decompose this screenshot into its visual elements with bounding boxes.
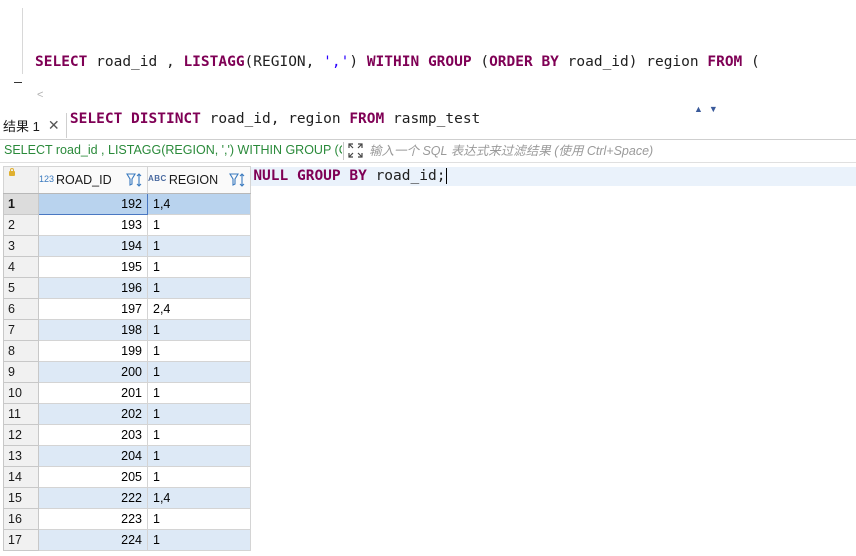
- cell-road-id[interactable]: 205: [38, 466, 148, 488]
- expand-icon[interactable]: [348, 143, 363, 158]
- table-row[interactable]: 12 203 1: [3, 424, 251, 446]
- cell-road-id[interactable]: 195: [38, 256, 148, 278]
- cell-road-id[interactable]: 203: [38, 424, 148, 446]
- row-number[interactable]: 16: [3, 508, 39, 530]
- filter-sort-icon[interactable]: [229, 172, 247, 188]
- scroll-left-icon[interactable]: <: [37, 89, 43, 101]
- table-row[interactable]: 8 199 1: [3, 340, 251, 362]
- cell-road-id[interactable]: 193: [38, 214, 148, 236]
- cell-region[interactable]: 1: [147, 424, 251, 446]
- cell-road-id[interactable]: 202: [38, 403, 148, 425]
- cell-region[interactable]: 1,4: [147, 487, 251, 509]
- column-name: ROAD_ID: [56, 173, 112, 187]
- cell-road-id[interactable]: 199: [38, 340, 148, 362]
- row-number[interactable]: 14: [3, 466, 39, 488]
- table-row[interactable]: 3 194 1: [3, 235, 251, 257]
- table-row[interactable]: 2 193 1: [3, 214, 251, 236]
- table-row[interactable]: 15 222 1,4: [3, 487, 251, 509]
- column-header-road-id[interactable]: 123 ROAD_ID: [38, 166, 148, 194]
- cell-road-id[interactable]: 192: [38, 193, 148, 215]
- cell-region[interactable]: 1: [147, 508, 251, 530]
- results-tab-bar: 结果 1 ✕: [0, 113, 856, 140]
- cell-region[interactable]: 1,4: [147, 193, 251, 215]
- cell-road-id[interactable]: 196: [38, 277, 148, 299]
- cell-region[interactable]: 1: [147, 361, 251, 383]
- cell-road-id[interactable]: 198: [38, 319, 148, 341]
- grid-corner[interactable]: [3, 166, 39, 194]
- row-number[interactable]: 7: [3, 319, 39, 341]
- row-number[interactable]: 6: [3, 298, 39, 320]
- cell-region[interactable]: 1: [147, 277, 251, 299]
- cell-region[interactable]: 1: [147, 214, 251, 236]
- cell-road-id[interactable]: 223: [38, 508, 148, 530]
- column-header-region[interactable]: ABC REGION: [147, 166, 251, 194]
- table-row[interactable]: 14 205 1: [3, 466, 251, 488]
- cell-region[interactable]: 1: [147, 235, 251, 257]
- row-number[interactable]: 11: [3, 403, 39, 425]
- cell-road-id[interactable]: 222: [38, 487, 148, 509]
- column-name: REGION: [168, 173, 219, 187]
- text-cursor: [446, 168, 448, 184]
- row-number[interactable]: 1: [3, 193, 39, 215]
- cell-road-id[interactable]: 194: [38, 235, 148, 257]
- cell-road-id[interactable]: 201: [38, 382, 148, 404]
- cell-region[interactable]: 1: [147, 256, 251, 278]
- query-text: SELECT road_id , LISTAGG(REGION, ',') WI…: [4, 143, 342, 157]
- cell-road-id[interactable]: 200: [38, 361, 148, 383]
- table-row[interactable]: 16 223 1: [3, 508, 251, 530]
- table-row[interactable]: 5 196 1: [3, 277, 251, 299]
- table-row[interactable]: 7 198 1: [3, 319, 251, 341]
- filter-bar: SELECT road_id , LISTAGG(REGION, ',') WI…: [0, 140, 856, 163]
- table-row[interactable]: 11 202 1: [3, 403, 251, 425]
- cell-road-id[interactable]: 204: [38, 445, 148, 467]
- row-number[interactable]: 17: [3, 529, 39, 551]
- cell-region[interactable]: 1: [147, 445, 251, 467]
- text-type-icon: ABC: [148, 174, 167, 183]
- table-row[interactable]: 4 195 1: [3, 256, 251, 278]
- table-row[interactable]: 10 201 1: [3, 382, 251, 404]
- collapse-icon[interactable]: [14, 82, 22, 83]
- tab-result-1[interactable]: 结果 1 ✕: [0, 113, 67, 138]
- row-number[interactable]: 12: [3, 424, 39, 446]
- cell-region[interactable]: 1: [147, 319, 251, 341]
- table-row[interactable]: 9 200 1: [3, 361, 251, 383]
- results-grid: 123 ROAD_ID ABC REGION 1 192 1,4 2 193 1 3 194 1 4 1…: [3, 166, 251, 551]
- filter-input[interactable]: [369, 141, 849, 161]
- row-number[interactable]: 2: [3, 214, 39, 236]
- numeric-type-icon: 123: [39, 174, 55, 184]
- cell-region[interactable]: 1: [147, 340, 251, 362]
- row-number[interactable]: 13: [3, 445, 39, 467]
- cell-road-id[interactable]: 197: [38, 298, 148, 320]
- table-row[interactable]: 6 197 2,4: [3, 298, 251, 320]
- editor-gutter-line: [22, 8, 23, 74]
- table-row[interactable]: 17 224 1: [3, 529, 251, 551]
- row-number[interactable]: 5: [3, 277, 39, 299]
- filter-sort-icon[interactable]: [126, 172, 144, 188]
- lock-icon: [9, 168, 15, 176]
- close-icon[interactable]: ✕: [48, 117, 60, 134]
- editor-horizontal-scrollbar[interactable]: <: [34, 89, 856, 104]
- sql-line-1[interactable]: SELECT road_id , LISTAGG(REGION, ',') WI…: [35, 53, 856, 72]
- row-number[interactable]: 9: [3, 361, 39, 383]
- table-row[interactable]: 1 192 1,4: [3, 193, 251, 215]
- cell-region[interactable]: 1: [147, 529, 251, 551]
- row-number[interactable]: 8: [3, 340, 39, 362]
- row-number[interactable]: 10: [3, 382, 39, 404]
- cell-region[interactable]: 1: [147, 466, 251, 488]
- sql-editor[interactable]: SELECT road_id , LISTAGG(REGION, ',') WI…: [0, 0, 856, 186]
- cell-region[interactable]: 1: [147, 403, 251, 425]
- cell-region[interactable]: 1: [147, 382, 251, 404]
- cell-region[interactable]: 2,4: [147, 298, 251, 320]
- table-row[interactable]: 13 204 1: [3, 445, 251, 467]
- row-number[interactable]: 4: [3, 256, 39, 278]
- row-number[interactable]: 15: [3, 487, 39, 509]
- row-number[interactable]: 3: [3, 235, 39, 257]
- tab-label: 结果 1: [3, 119, 40, 134]
- filter-separator: [343, 142, 344, 160]
- cell-road-id[interactable]: 224: [38, 529, 148, 551]
